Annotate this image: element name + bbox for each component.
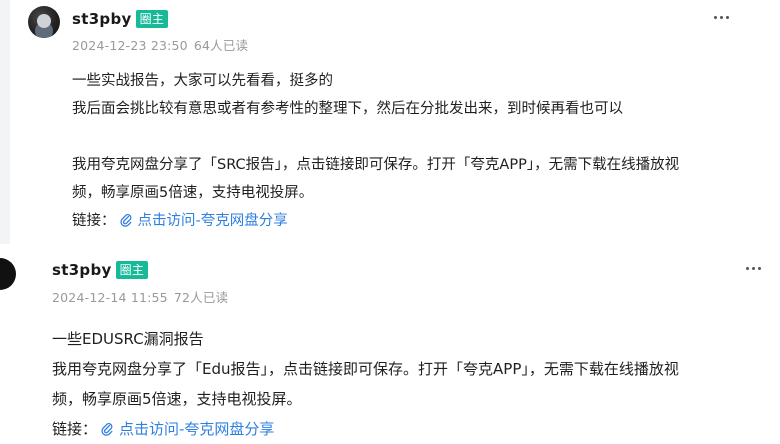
owner-badge: 圈主 [115, 261, 149, 279]
post-meta: 2024-12-23 23:50 64人已读 [72, 35, 248, 54]
more-options-button[interactable] [741, 259, 765, 277]
post-datetime: 2024-12-23 23:50 [72, 38, 188, 53]
author-name[interactable]: st3pby 圈主 [72, 10, 169, 28]
share-text-line: 频，畅享原画5倍速，支持电视投屏。 [52, 390, 302, 408]
quark-share-link[interactable]: 点击访问-夸克网盘分享 [138, 213, 288, 229]
author-name[interactable]: st3pby 圈主 [52, 261, 149, 279]
avatar[interactable] [28, 6, 60, 38]
post-body: 一些EDUSRC漏洞报告 我用夸克网盘分享了「Edu报告」，点击链接即可保存。打… [52, 324, 742, 444]
owner-badge: 圈主 [135, 10, 169, 28]
post-text-line: 我后面会挑比较有意思或者有参考性的整理下，然后在分批发出来，到时候再看也可以 [72, 101, 623, 117]
link-label: 链接： [72, 213, 116, 229]
left-gutter [0, 0, 10, 244]
author-name-text: st3pby [52, 261, 112, 279]
author-name-text: st3pby [72, 10, 132, 28]
post-card: st3pby 圈主 2024-12-23 23:50 64人已读 一些实战报告，大家… [0, 0, 780, 244]
avatar[interactable] [0, 258, 16, 290]
post-meta: 2024-12-14 11:55 72人已读 [52, 287, 228, 306]
paperclip-icon [101, 422, 113, 436]
read-count: 72人已读 [173, 290, 229, 305]
post-card: st3pby 圈主 2024-12-14 11:55 72人已读 一些EDUSRC漏… [0, 244, 780, 440]
link-row: 链接： 点击访问-夸克网盘分享 [72, 207, 732, 235]
share-text-line: 我用夸克网盘分享了「Edu报告」，点击链接即可保存。打开「夸克APP」，无需下载… [52, 360, 679, 378]
post-body: 一些实战报告，大家可以先看看，挺多的 我后面会挑比较有意思或者有参考性的整理下，… [72, 67, 732, 235]
share-text-line: 频，畅享原画5倍速，支持电视投屏。 [72, 185, 314, 201]
read-count: 64人已读 [193, 38, 249, 53]
post-text-line: 一些实战报告，大家可以先看看，挺多的 [72, 73, 333, 89]
share-text-line: 我用夸克网盘分享了「SRC报告」，点击链接即可保存。打开「夸克APP」，无需下载… [72, 157, 680, 173]
paperclip-icon [119, 213, 131, 227]
post-datetime: 2024-12-14 11:55 [52, 290, 168, 305]
more-options-button[interactable] [709, 8, 733, 26]
quark-share-link[interactable]: 点击访问-夸克网盘分享 [119, 420, 274, 438]
more-dots-icon [713, 15, 717, 19]
post-text-line: 一些EDUSRC漏洞报告 [52, 330, 204, 348]
link-label: 链接： [52, 420, 98, 438]
more-dots-icon [745, 266, 749, 270]
